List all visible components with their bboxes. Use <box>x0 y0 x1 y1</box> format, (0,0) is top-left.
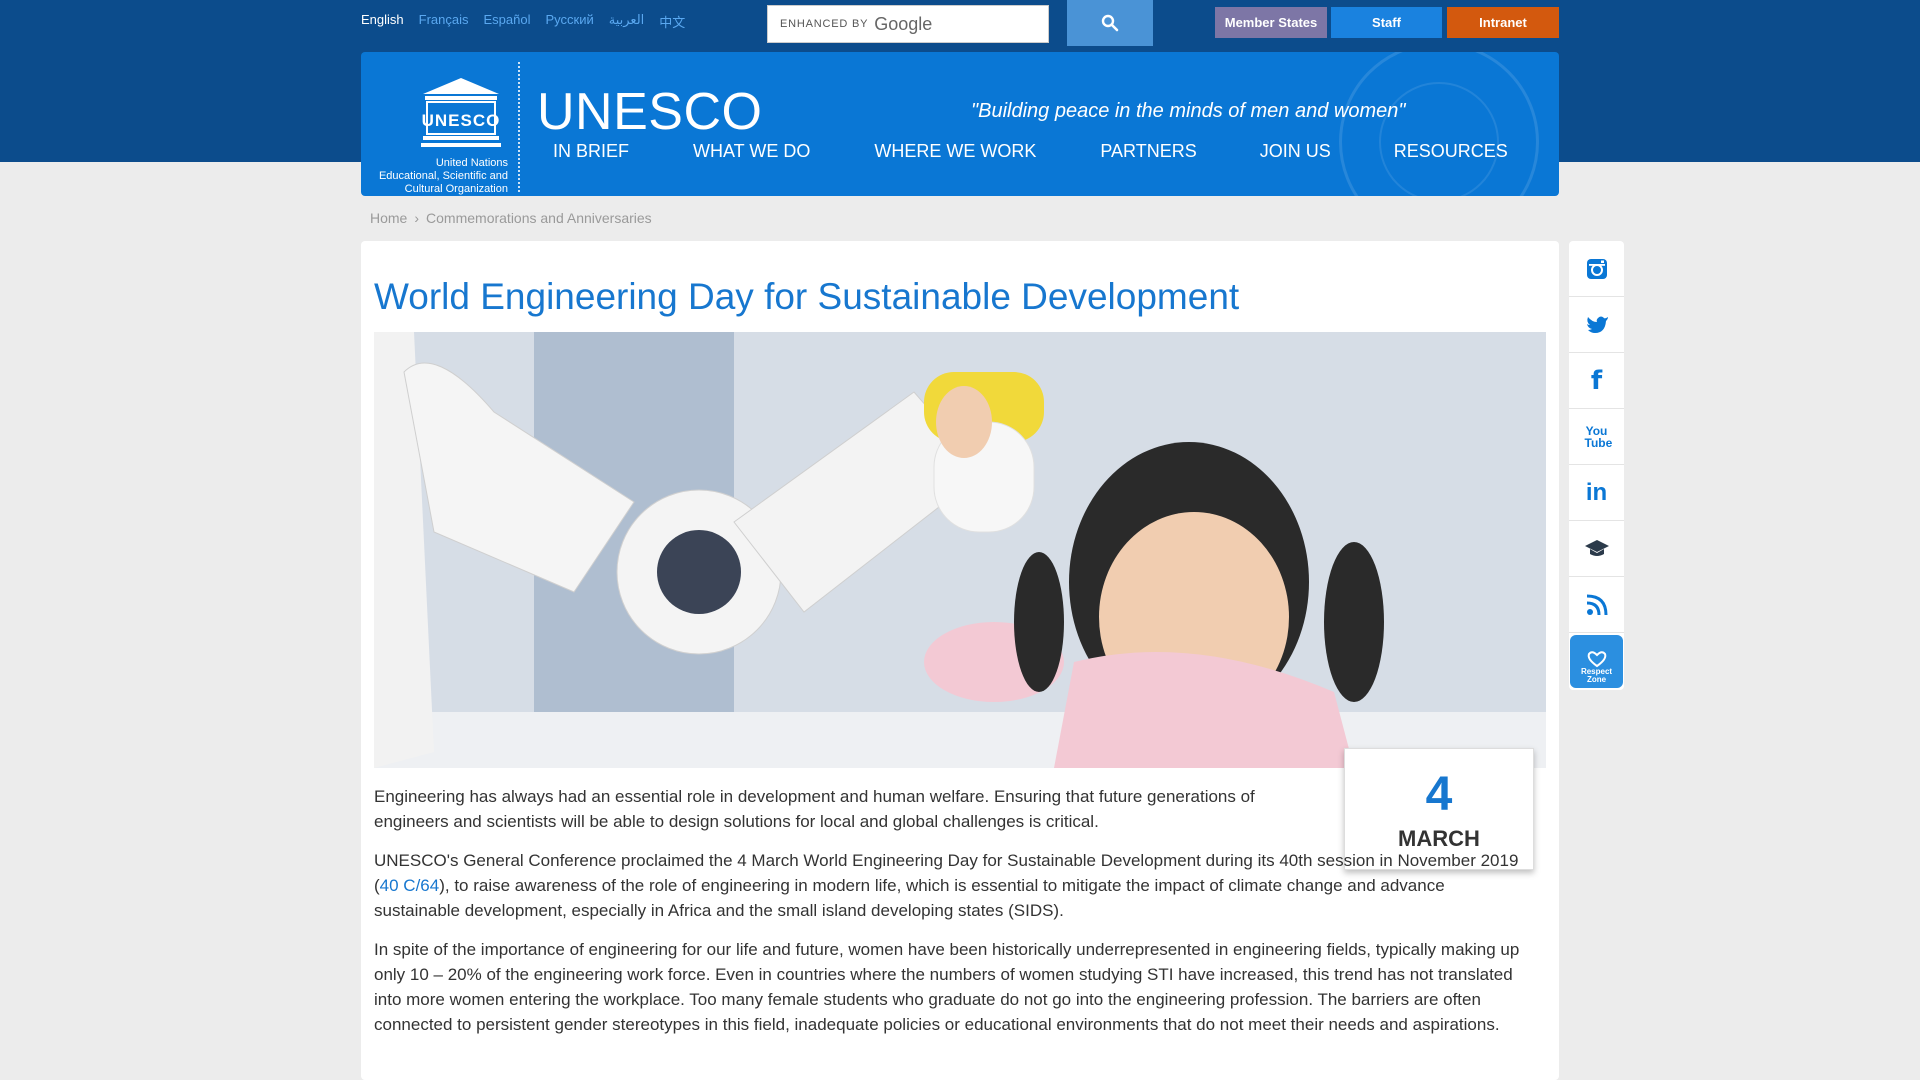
nav-what-we-do[interactable]: WHAT WE DO <box>693 141 810 162</box>
language-french[interactable]: Français <box>419 12 469 31</box>
article-paragraph-3: In spite of the importance of engineerin… <box>374 940 1520 1034</box>
logo-caption-line: Cultural Organization <box>404 183 508 195</box>
twitter-link[interactable] <box>1569 297 1624 353</box>
nav-resources[interactable]: RESOURCES <box>1394 141 1508 162</box>
language-chinese[interactable]: 中文 <box>659 12 685 31</box>
main-nav: IN BRIEF WHAT WE DO WHERE WE WORK PARTNE… <box>553 141 1508 162</box>
article-content: World Engineering Day for Sustainable De… <box>361 241 1559 1080</box>
paragraph-text: ), to raise awareness of the role of eng… <box>374 876 1445 920</box>
nav-join-us[interactable]: JOIN US <box>1260 141 1331 162</box>
elearning-link[interactable] <box>1569 521 1624 577</box>
language-arabic[interactable]: العربية <box>609 12 645 31</box>
site-banner: UNESCO United Nations Educational, Scien… <box>361 52 1559 196</box>
linkedin-link[interactable]: in <box>1569 465 1624 521</box>
graduation-cap-icon <box>1584 539 1609 556</box>
instagram-icon <box>1586 258 1607 279</box>
search-box: ENHANCED BY Google <box>767 5 1049 43</box>
language-russian[interactable]: Русский <box>545 12 593 31</box>
unesco-logo-icon[interactable]: UNESCO <box>421 76 501 150</box>
brand-title[interactable]: UNESCO <box>537 82 762 142</box>
intranet-button[interactable]: Intranet <box>1447 7 1559 38</box>
motto: "Building peace in the minds of men and … <box>971 100 1406 122</box>
search-input[interactable] <box>768 6 1048 42</box>
language-english[interactable]: English <box>361 12 404 31</box>
rss-icon <box>1586 594 1607 615</box>
language-bar: English Français Español Русский العربية… <box>361 12 685 31</box>
staff-button[interactable]: Staff <box>1331 7 1442 38</box>
logo-caption-line: United Nations <box>435 157 508 169</box>
rss-link[interactable] <box>1569 577 1624 633</box>
respect-zone-label: Zone <box>1586 675 1607 684</box>
article-paragraph-2: UNESCO's General Conference proclaimed t… <box>374 848 1534 923</box>
breadcrumb-home[interactable]: Home <box>370 210 407 226</box>
social-sidebar: f You Tube in Respect Zone <box>1569 241 1624 690</box>
youtube-icon: You Tube <box>1584 423 1613 450</box>
respect-zone-link[interactable]: Respect Zone <box>1569 633 1624 690</box>
search-button[interactable] <box>1067 0 1153 46</box>
language-spanish[interactable]: Español <box>484 12 531 31</box>
breadcrumb: Home › Commemorations and Anniversaries <box>370 210 652 226</box>
nav-where-we-work[interactable]: WHERE WE WORK <box>874 141 1036 162</box>
nav-partners[interactable]: PARTNERS <box>1100 141 1196 162</box>
event-day: 4 <box>1425 768 1453 821</box>
logo-caption-line: Educational, Scientific and <box>378 170 508 182</box>
logo-lettering: UNESCO <box>422 111 501 130</box>
nav-in-brief[interactable]: IN BRIEF <box>553 141 629 162</box>
breadcrumb-separator: › <box>414 210 420 226</box>
breadcrumb-current[interactable]: Commemorations and Anniversaries <box>426 210 652 226</box>
linkedin-icon: in <box>1585 478 1608 506</box>
facebook-icon: f <box>1590 365 1603 396</box>
logo-divider <box>518 62 520 192</box>
article-paragraph-1: Engineering has always had an essential … <box>374 787 1255 831</box>
page-title: World Engineering Day for Sustainable De… <box>374 276 1240 317</box>
resolution-link[interactable]: 40 C/64 <box>380 876 440 895</box>
hero-image <box>374 332 1546 768</box>
member-states-button[interactable]: Member States <box>1215 7 1327 38</box>
heart-hands-icon <box>1587 651 1606 668</box>
search-icon <box>1101 14 1119 32</box>
robot-arm-child-photo <box>374 332 1546 768</box>
logo-caption: United Nations Educational, Scientific a… <box>363 157 508 196</box>
facebook-link[interactable]: f <box>1569 353 1624 409</box>
twitter-icon <box>1586 316 1608 333</box>
respect-zone-icon: Respect Zone <box>1570 635 1623 688</box>
instagram-link[interactable] <box>1569 241 1624 297</box>
youtube-link[interactable]: You Tube <box>1569 409 1624 465</box>
